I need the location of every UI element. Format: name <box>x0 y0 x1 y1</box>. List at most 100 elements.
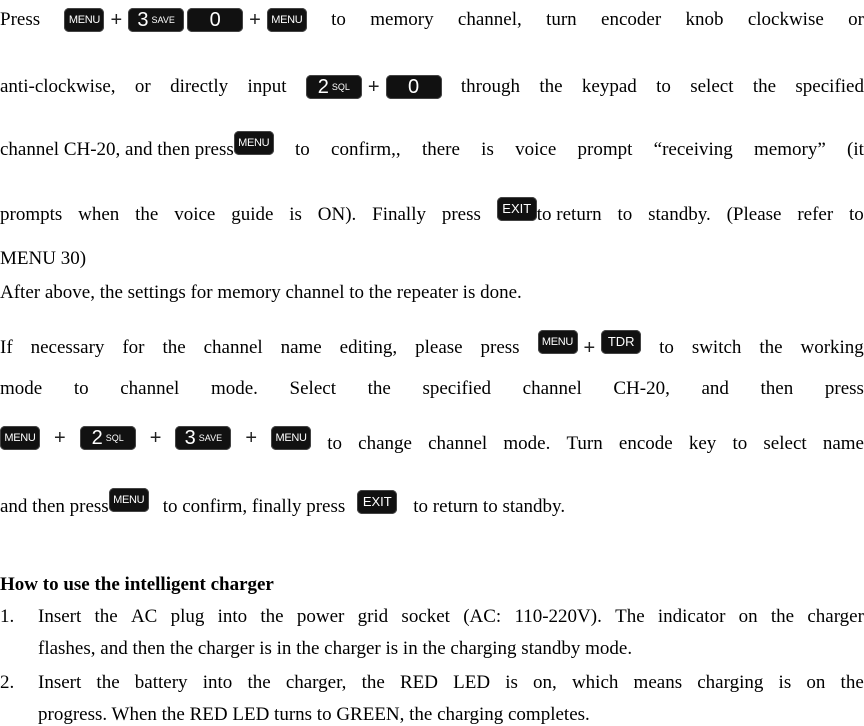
plus-icon: + <box>149 427 162 449</box>
word: guide <box>231 204 274 225</box>
word: then <box>760 378 794 399</box>
word: encode <box>618 433 673 454</box>
word: to <box>732 433 748 454</box>
para1-line2: anti-clockwise, or directly input 2 SQL +… <box>0 75 864 99</box>
word: standby. <box>648 204 711 225</box>
word: on <box>738 606 758 627</box>
text: channel CH-20, and then press <box>0 139 234 160</box>
key-sequence: 2 SQL + 0 <box>305 75 442 99</box>
word: keypad <box>581 76 637 97</box>
word: into <box>202 672 233 693</box>
para2-line2: mode to channel mode. Select the specifi… <box>0 378 864 400</box>
word: power <box>296 606 345 627</box>
word: voice <box>515 139 557 160</box>
plus-icon: + <box>367 76 380 98</box>
word: input <box>247 76 287 97</box>
word: LED <box>453 672 491 693</box>
word: is <box>481 139 494 160</box>
word: encoder <box>601 9 662 30</box>
list-line: progress. When the RED LED turns to GREE… <box>38 704 590 725</box>
word: the <box>539 76 563 97</box>
word: “receiving <box>653 139 733 160</box>
sql-key-icon: 2 SQL <box>79 426 136 450</box>
exit-key-icon: EXIT <box>357 490 398 514</box>
word: on <box>806 672 826 693</box>
word: to <box>327 433 342 454</box>
word: mode <box>0 378 43 399</box>
word: select <box>763 433 807 454</box>
word: channel <box>203 337 263 358</box>
word: to <box>73 378 89 399</box>
word: refer <box>797 204 834 225</box>
list-number: 1. <box>0 606 15 627</box>
word: channel <box>428 433 488 454</box>
word: indicator <box>657 606 726 627</box>
word: (AC: <box>463 606 502 627</box>
key-digit: 2 <box>317 76 329 98</box>
para1-line6: After above, the settings for memory cha… <box>0 282 522 303</box>
word: mode. <box>210 378 258 399</box>
word: (it <box>847 139 864 160</box>
word: change <box>358 433 412 454</box>
word: to <box>295 139 310 160</box>
word: through <box>460 76 520 97</box>
list-item: 2. Insert the battery into the charger, … <box>0 672 864 725</box>
word: is <box>505 672 518 693</box>
word: 110-220V). <box>514 606 602 627</box>
menu-key-icon: MENU <box>537 330 578 354</box>
para1-line4: prompts when the voice guide is ON). Fin… <box>0 197 864 226</box>
word: the <box>752 76 777 97</box>
word: when <box>78 204 120 225</box>
save-key-icon: 3 SAVE <box>175 426 232 450</box>
word: The <box>615 606 645 627</box>
word: prompts <box>0 204 63 225</box>
menu-key-icon: MENU <box>108 488 149 512</box>
menu-key-icon: MENU <box>271 426 312 450</box>
word: (Please <box>726 204 782 225</box>
word: the <box>361 672 385 693</box>
word: channel, <box>457 9 522 30</box>
key-digit: 3 <box>137 9 149 31</box>
menu-key-icon: MENU <box>0 426 40 450</box>
word: AC <box>130 606 158 627</box>
key-sub: SQL <box>105 433 124 443</box>
word: grid <box>357 606 389 627</box>
key-sequence: MENU + 3 SAVE 0 + MENU <box>64 8 307 32</box>
key-digit: 0 <box>209 9 221 31</box>
key-sub: SAVE <box>198 433 223 443</box>
word: name <box>822 433 864 454</box>
sql-key-icon: 2 SQL <box>305 75 362 99</box>
word: socket <box>401 606 450 627</box>
word: confirm,, <box>331 139 401 160</box>
word: directly <box>170 76 229 97</box>
menu-key-icon: MENU <box>266 8 307 32</box>
key-digit: 2 <box>91 427 103 449</box>
text: and then press <box>0 496 109 517</box>
exit-group: EXIT to return <box>496 197 602 226</box>
word: or <box>134 76 151 97</box>
word: is <box>289 204 302 225</box>
tdr-key-icon: TDR <box>601 330 642 354</box>
para2-line4: and then press MENU to confirm, finally … <box>0 488 864 518</box>
list-line: Insert the battery into the charger, the… <box>38 672 864 694</box>
word: plug <box>170 606 205 627</box>
word: switch <box>691 337 742 358</box>
word: channel <box>120 378 180 399</box>
para2-line3: MENU + 2 SQL + 3 SAVE + MENU to change cha… <box>0 426 864 455</box>
word: turn <box>546 9 577 30</box>
word: the <box>367 378 391 399</box>
word: charger <box>807 606 864 627</box>
key-sub: SQL <box>331 82 350 92</box>
key-digit: 3 <box>184 427 196 449</box>
list-line: Insert the AC plug into the power grid s… <box>38 606 864 628</box>
section-heading: How to use the intelligent charger <box>0 574 274 595</box>
word: Select <box>289 378 336 399</box>
zero-key-icon: 0 <box>187 8 244 32</box>
key-digit: 0 <box>407 76 420 98</box>
key-sequence: MENU + 2 SQL + 3 SAVE + MENU <box>0 426 312 450</box>
word: the <box>770 606 795 627</box>
word: press <box>441 204 481 225</box>
word: battery <box>134 672 188 693</box>
save-key-icon: 3 SAVE <box>128 8 185 32</box>
word: the <box>135 204 159 225</box>
